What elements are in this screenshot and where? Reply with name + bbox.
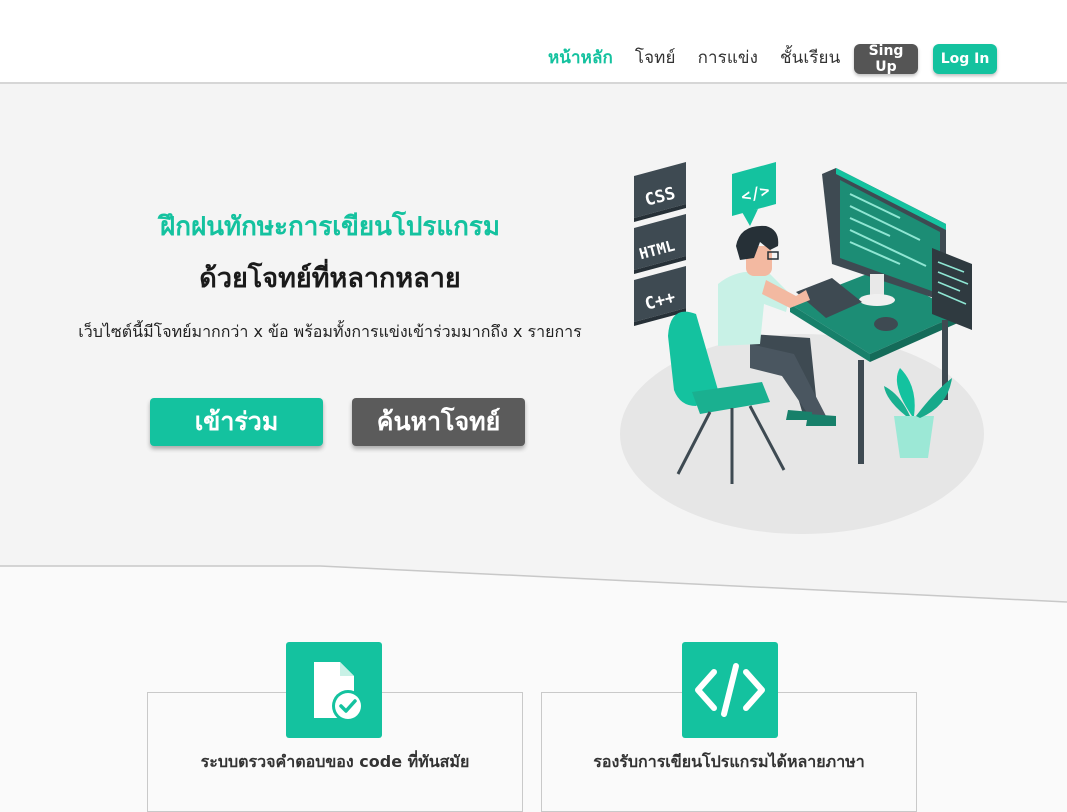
feature-label-grader: ระบบตรวจคำตอบของ code ที่ทันสมัย [200,752,470,771]
feature-label-languages: รองรับการเขียนโปรแกรมได้หลายภาษา [593,752,865,771]
features-section: ระบบตรวจคำตอบของ code ที่ทันสมัย รองรับก… [0,604,1067,812]
hero-title-secondary: ด้วยโจทย์ที่หลากหลาย [199,263,461,294]
programmer-illustration: CSS HTML C++ </> [620,162,984,534]
css-tag-block: CSS [634,162,686,222]
html-tag-block: HTML [634,214,686,274]
hero-section: ฝึกฝนทักษะการเขียนโปรแกรม ด้วยโจทย์ที่หล… [0,84,1067,622]
file-check-icon [286,642,382,738]
search-problems-button[interactable]: ค้นหาโจทย์ [352,398,525,446]
nav-link-problems[interactable]: โจทย์ [635,44,676,71]
hero-title-primary: ฝึกฝนทักษะการเขียนโปรแกรม [160,212,500,242]
nav-links: หน้าหลัก โจทย์ การแข่ง ชั้นเรียน [548,44,862,71]
signup-button[interactable]: Sing Up [854,43,918,75]
code-bubble: </> [732,162,776,226]
join-button[interactable]: เข้าร่วม [150,398,323,446]
login-button[interactable]: Log In [933,44,997,74]
hero-description: เว็บไซต์นี้มีโจทย์มากกว่า x ข้อ พร้อมทั้… [78,322,582,341]
nav-link-classrooms[interactable]: ชั้นเรียน [780,44,840,71]
code-icon [682,642,778,738]
mouse [874,317,898,331]
nav-link-contests[interactable]: การแข่ง [698,44,758,71]
navbar: หน้าหลัก โจทย์ การแข่ง ชั้นเรียน Sing Up… [0,0,1067,84]
nav-link-home[interactable]: หน้าหลัก [548,44,613,71]
